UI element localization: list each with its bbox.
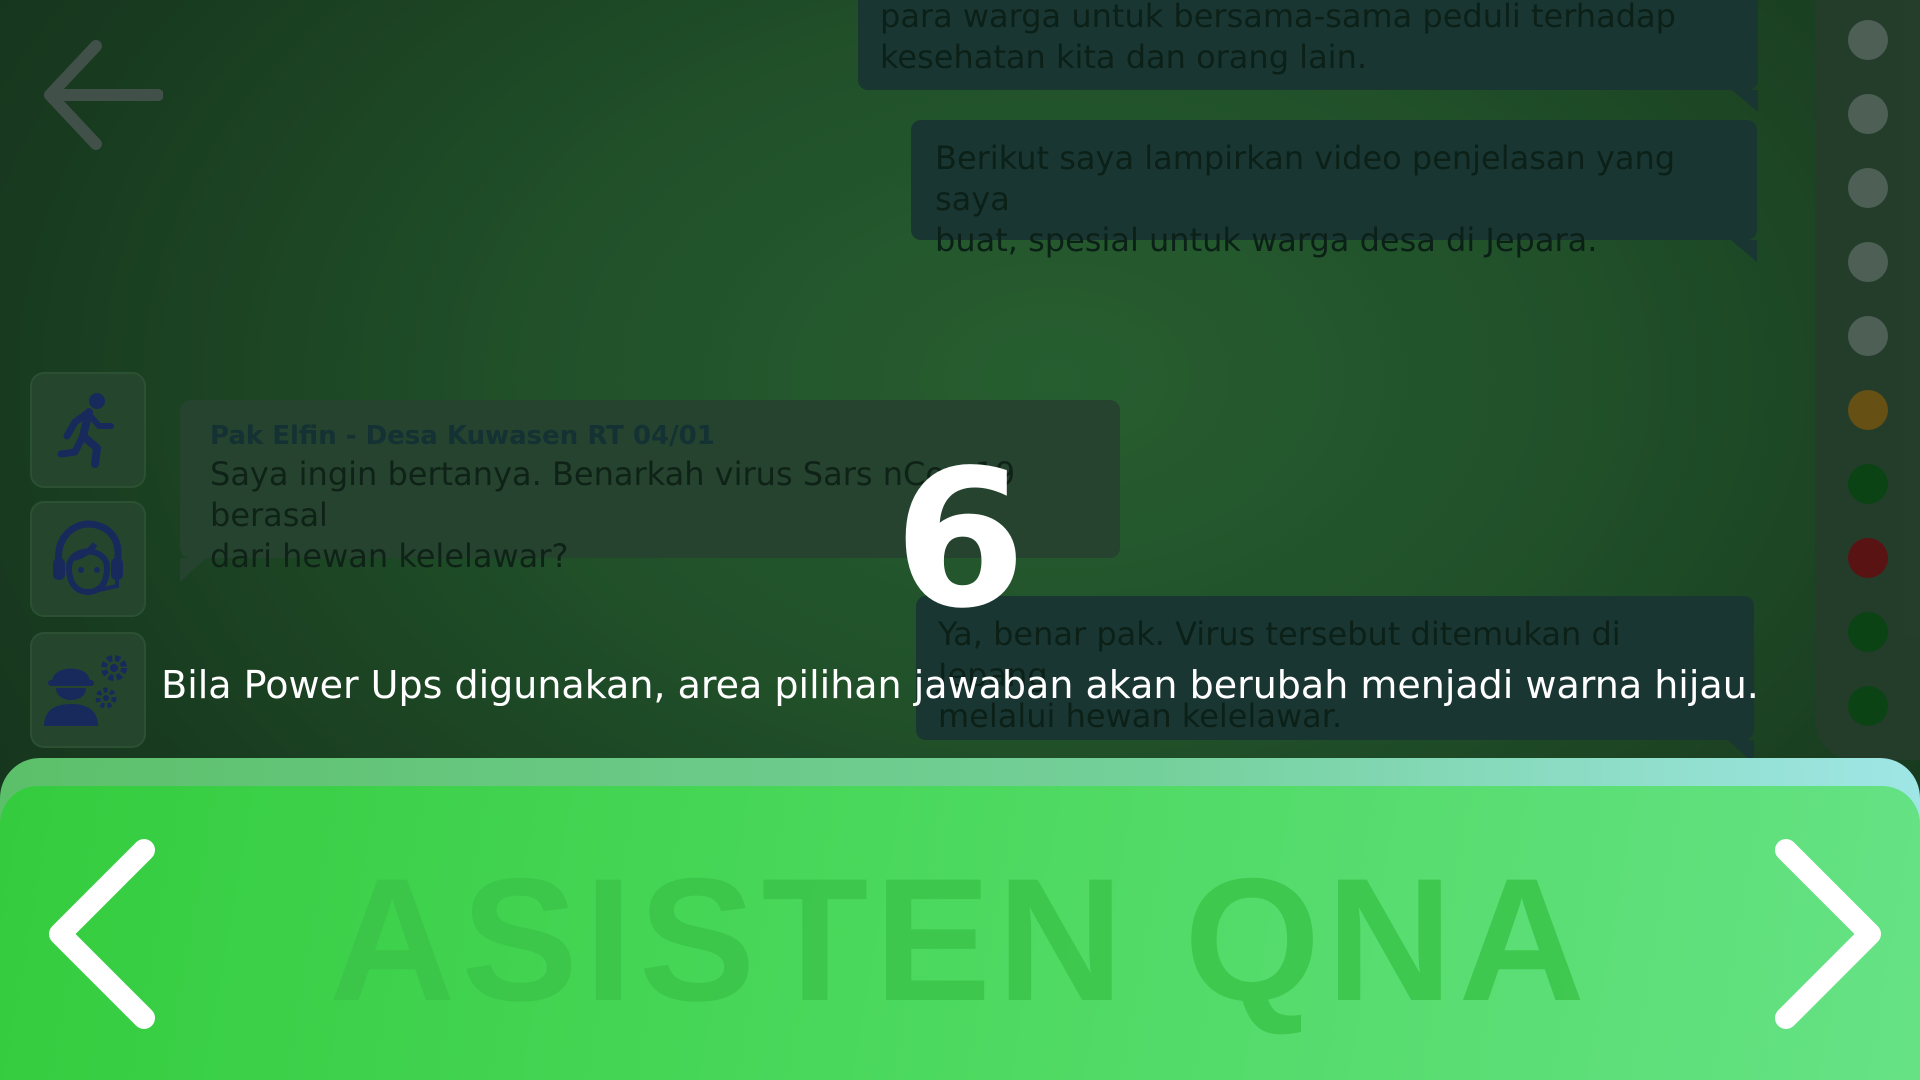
countdown-number: 6: [893, 429, 1027, 650]
progress-dot: [1848, 390, 1888, 430]
bubble-tail: [1732, 90, 1758, 112]
bubble-tail: [1731, 240, 1757, 262]
progress-dot: [1848, 168, 1888, 208]
banner-title: ASISTEN QNA: [329, 843, 1591, 1038]
chat-message-right: Berikut saya lampirkan video penjelasan …: [911, 120, 1757, 262]
game-screen: para warga untuk bersama-sama peduli ter…: [0, 0, 1920, 1080]
message-line: buat, spesial untuk warga desa di Jepara…: [935, 221, 1598, 259]
message-line: kesehatan kita dan orang lain.: [880, 38, 1368, 76]
progress-dot: [1848, 94, 1888, 134]
progress-dot: [1848, 316, 1888, 356]
previous-button[interactable]: [40, 836, 170, 1032]
back-arrow-icon: [44, 40, 164, 150]
chevron-left-icon: [49, 839, 155, 1029]
message-line: Berikut saya lampirkan video penjelasan …: [935, 139, 1676, 218]
powerup-hint-text: Bila Power Ups digunakan, area pilihan j…: [161, 663, 1759, 707]
progress-dot: [1848, 242, 1888, 282]
progress-dot: [1848, 20, 1888, 60]
next-button[interactable]: [1760, 836, 1890, 1032]
message-line: para warga untuk bersama-sama peduli ter…: [880, 0, 1676, 35]
chat-message-right: para warga untuk bersama-sama peduli ter…: [858, 0, 1758, 112]
back-button[interactable]: [38, 38, 164, 153]
chevron-right-icon: [1775, 839, 1881, 1029]
